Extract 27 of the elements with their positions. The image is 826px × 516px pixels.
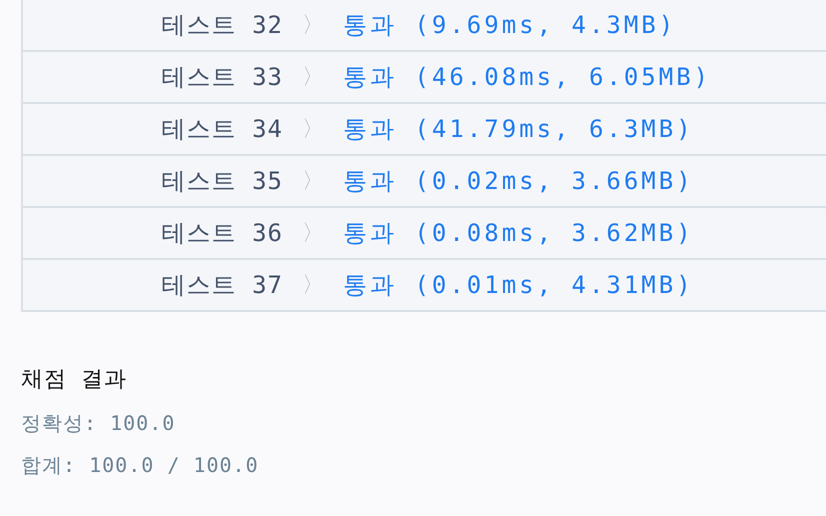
test-row[interactable]: 테스트 36 〉 통과 (0.08ms, 3.62MB) bbox=[23, 206, 826, 258]
test-row[interactable]: 테스트 32 〉 통과 (9.69ms, 4.3MB) bbox=[23, 0, 826, 50]
chevron-icon: 〉 bbox=[283, 62, 343, 92]
chevron-icon: 〉 bbox=[283, 114, 343, 144]
chevron-icon: 〉 bbox=[283, 166, 343, 196]
chevron-icon: 〉 bbox=[283, 270, 343, 300]
test-result: 통과 (0.01ms, 4.31MB) bbox=[343, 270, 694, 301]
test-row[interactable]: 테스트 33 〉 통과 (46.08ms, 6.05MB) bbox=[23, 50, 826, 102]
score-line: 합계: 100.0 / 100.0 bbox=[21, 452, 260, 478]
test-result: 통과 (41.79ms, 6.3MB) bbox=[343, 114, 694, 145]
chevron-icon: 〉 bbox=[283, 218, 343, 248]
test-row[interactable]: 테스트 34 〉 통과 (41.79ms, 6.3MB) bbox=[23, 102, 826, 154]
test-label: 테스트 34 bbox=[160, 114, 283, 145]
test-result: 통과 (0.08ms, 3.62MB) bbox=[343, 218, 694, 249]
test-result: 통과 (9.69ms, 4.3MB) bbox=[343, 10, 676, 41]
test-label: 테스트 33 bbox=[160, 62, 283, 93]
test-label: 테스트 35 bbox=[160, 166, 283, 197]
score-line: 정확성: 100.0 bbox=[21, 410, 176, 436]
test-label: 테스트 32 bbox=[160, 10, 283, 41]
test-label: 테스트 37 bbox=[160, 270, 283, 301]
chevron-icon: 〉 bbox=[283, 10, 343, 40]
test-result: 통과 (46.08ms, 6.05MB) bbox=[343, 62, 712, 93]
test-label: 테스트 36 bbox=[160, 218, 283, 249]
test-row[interactable]: 테스트 35 〉 통과 (0.02ms, 3.66MB) bbox=[23, 154, 826, 206]
test-row[interactable]: 테스트 37 〉 통과 (0.01ms, 4.31MB) bbox=[23, 258, 826, 312]
section-title: 채점 결과 bbox=[21, 366, 128, 394]
test-result: 통과 (0.02ms, 3.66MB) bbox=[343, 166, 694, 197]
